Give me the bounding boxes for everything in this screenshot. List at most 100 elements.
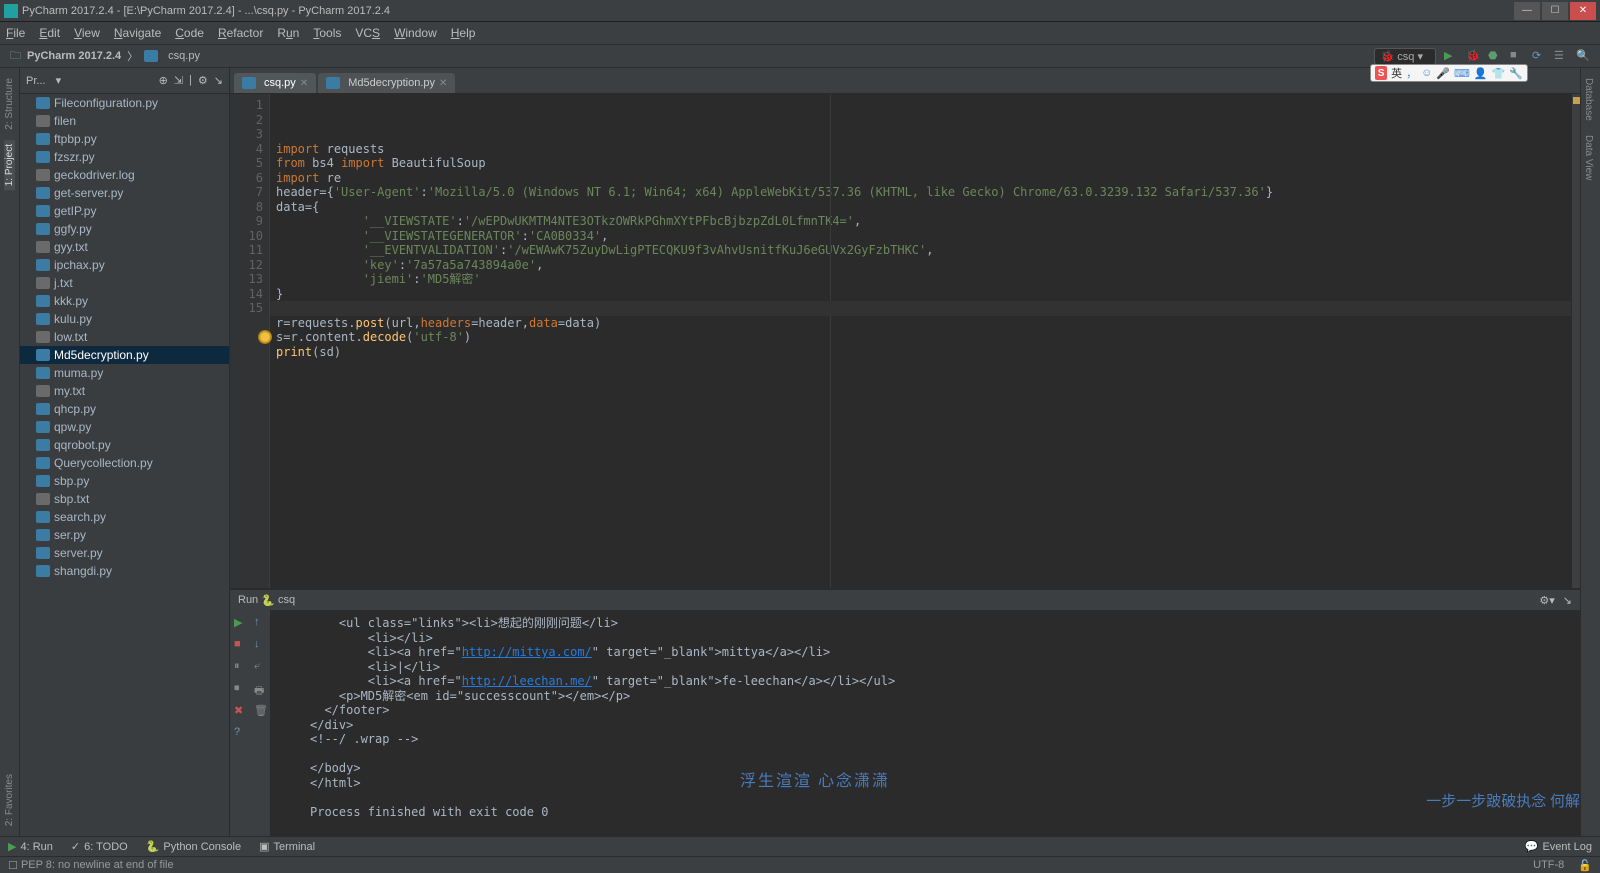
menu-view[interactable]: View (74, 26, 100, 40)
gear-icon[interactable]: ⚙▾ (1539, 594, 1554, 607)
tool-database[interactable]: Database (1581, 74, 1596, 125)
ime-toolbar[interactable]: S 英 ， ☺ 🎤 ⌨ 👤 👕 🔧 (1370, 64, 1528, 82)
tree-item[interactable]: Fileconfiguration.py (20, 94, 229, 112)
bottom-run[interactable]: ▶4: Run (8, 840, 53, 853)
gear-icon[interactable]: ⚙ (198, 74, 208, 87)
ime-keyboard-icon[interactable]: ⌨ (1454, 67, 1470, 80)
hide-icon[interactable]: ↘ (1563, 594, 1572, 607)
menu-edit[interactable]: Edit (39, 26, 60, 40)
debug-icon[interactable]: 🐞 (1466, 49, 1480, 63)
down-icon[interactable]: ↓ (254, 638, 266, 650)
status-left-icon[interactable]: ☐ (8, 859, 18, 872)
bottom-todo[interactable]: ✓6: TODO (71, 840, 128, 853)
close-icon[interactable]: ✕ (300, 78, 308, 89)
run-icon[interactable]: ▶ (1444, 49, 1458, 63)
menu-code[interactable]: Code (175, 26, 204, 40)
settings-icon[interactable]: | (189, 74, 192, 87)
exit-icon[interactable]: ⏹ (234, 682, 246, 694)
ime-voice-icon[interactable]: 🎤 (1436, 67, 1450, 80)
soft-wrap-icon[interactable]: ⤶ (254, 660, 266, 672)
bottom-python-console[interactable]: 🐍Python Console (146, 840, 241, 853)
tree-item[interactable]: j.txt (20, 274, 229, 292)
tree-item[interactable]: sbp.py (20, 472, 229, 490)
coverage-icon[interactable]: ⬣ (1488, 49, 1502, 63)
ime-skin-icon[interactable]: 👕 (1492, 67, 1506, 80)
clear-icon[interactable]: 🗑 (254, 704, 266, 716)
menu-file[interactable]: File (6, 26, 25, 40)
project-tree[interactable]: Fileconfiguration.pyfilenftpbp.pyfzszr.p… (20, 94, 229, 836)
pause-icon[interactable]: ⏸ (234, 660, 246, 672)
menu-navigate[interactable]: Navigate (114, 26, 161, 40)
tool-project[interactable]: 1: Project (4, 140, 15, 190)
tree-item[interactable]: gyy.txt (20, 238, 229, 256)
menu-refactor[interactable]: Refactor (218, 26, 263, 40)
menu-window[interactable]: Window (394, 26, 437, 40)
tab-md5[interactable]: Md5decryption.py ✕ (318, 73, 455, 93)
status-encoding[interactable]: UTF-8 (1533, 859, 1564, 872)
error-stripe[interactable] (1571, 94, 1580, 588)
help-icon[interactable]: ? (234, 726, 246, 738)
menu-help[interactable]: Help (451, 26, 476, 40)
tree-item[interactable]: server.py (20, 544, 229, 562)
close-button[interactable]: ✕ (1570, 2, 1596, 20)
tree-item[interactable]: kulu.py (20, 310, 229, 328)
tool-structure[interactable]: 2: Structure (4, 74, 15, 134)
print-icon[interactable]: 🖶 (254, 682, 266, 694)
ime-emoji-icon[interactable]: ☺ (1421, 67, 1432, 79)
breadcrumb-file[interactable]: csq.py (168, 50, 200, 62)
bottom-event-log[interactable]: 💬Event Log (1525, 840, 1592, 853)
code-editor[interactable]: 123456789101112131415 import requestsfro… (230, 94, 1580, 588)
ime-lang[interactable]: 英 (1391, 65, 1402, 81)
tree-item[interactable]: qhcp.py (20, 400, 229, 418)
tree-item[interactable]: getIP.py (20, 202, 229, 220)
tree-item[interactable]: ser.py (20, 526, 229, 544)
close-icon[interactable]: ✖ (234, 704, 246, 716)
tree-item[interactable]: kkk.py (20, 292, 229, 310)
tree-item[interactable]: search.py (20, 508, 229, 526)
tree-item[interactable]: sbp.txt (20, 490, 229, 508)
stop-icon[interactable]: ■ (1510, 49, 1524, 63)
tree-item[interactable]: get-server.py (20, 184, 229, 202)
tree-item[interactable]: filen (20, 112, 229, 130)
tree-item[interactable]: muma.py (20, 364, 229, 382)
intention-bulb-icon[interactable] (258, 330, 272, 344)
tree-item[interactable]: ftpbp.py (20, 130, 229, 148)
tree-item[interactable]: my.txt (20, 382, 229, 400)
tool-favorites[interactable]: 2: Favorites (4, 770, 15, 830)
hide-icon[interactable]: ↘ (214, 74, 223, 87)
tree-item[interactable]: qqrobot.py (20, 436, 229, 454)
run-config-select[interactable]: 🐞 csq ▾ (1374, 48, 1436, 65)
tree-item[interactable]: Md5decryption.py (20, 346, 229, 364)
structure-icon[interactable]: ☰ (1554, 49, 1568, 63)
minimize-button[interactable]: — (1514, 2, 1540, 20)
tree-item[interactable]: fzszr.py (20, 148, 229, 166)
tree-item[interactable]: ggfy.py (20, 220, 229, 238)
console-output[interactable]: <ul class="links"><li>想起的刚刚问题</li> <li><… (270, 610, 1580, 836)
tab-csq[interactable]: csq.py ✕ (234, 73, 316, 93)
menu-tools[interactable]: Tools (313, 26, 341, 40)
locate-icon[interactable]: ⊕ (159, 74, 168, 87)
tree-item[interactable]: qpw.py (20, 418, 229, 436)
close-icon[interactable]: ✕ (439, 78, 447, 89)
menu-vcs[interactable]: VCS (355, 26, 380, 40)
project-header-label[interactable]: Pr... (26, 75, 46, 87)
tree-item[interactable]: geckodriver.log (20, 166, 229, 184)
bottom-terminal[interactable]: ▣Terminal (259, 840, 315, 853)
breadcrumb-root[interactable]: PyCharm 2017.2.4 (27, 50, 121, 62)
maximize-button[interactable]: ☐ (1542, 2, 1568, 20)
ime-tool-icon[interactable]: 🔧 (1509, 67, 1523, 80)
collapse-icon[interactable]: ⇲ (174, 74, 183, 87)
ime-user-icon[interactable]: 👤 (1474, 67, 1488, 80)
tree-item[interactable]: ipchax.py (20, 256, 229, 274)
menu-run[interactable]: Run (277, 26, 299, 40)
rerun-icon[interactable]: ▶ (234, 616, 246, 628)
up-icon[interactable]: ↑ (254, 616, 266, 628)
ime-punct-icon[interactable]: ， (1406, 65, 1417, 81)
tree-item[interactable]: shangdi.py (20, 562, 229, 580)
tool-dataview[interactable]: Data View (1581, 131, 1596, 184)
status-lock-icon[interactable]: 🔓 (1578, 859, 1592, 872)
tree-item[interactable]: Querycollection.py (20, 454, 229, 472)
code-body[interactable]: import requestsfrom bs4 import Beautiful… (270, 94, 1571, 588)
search-icon[interactable]: 🔍 (1576, 49, 1590, 63)
update-icon[interactable]: ⟳ (1532, 49, 1546, 63)
